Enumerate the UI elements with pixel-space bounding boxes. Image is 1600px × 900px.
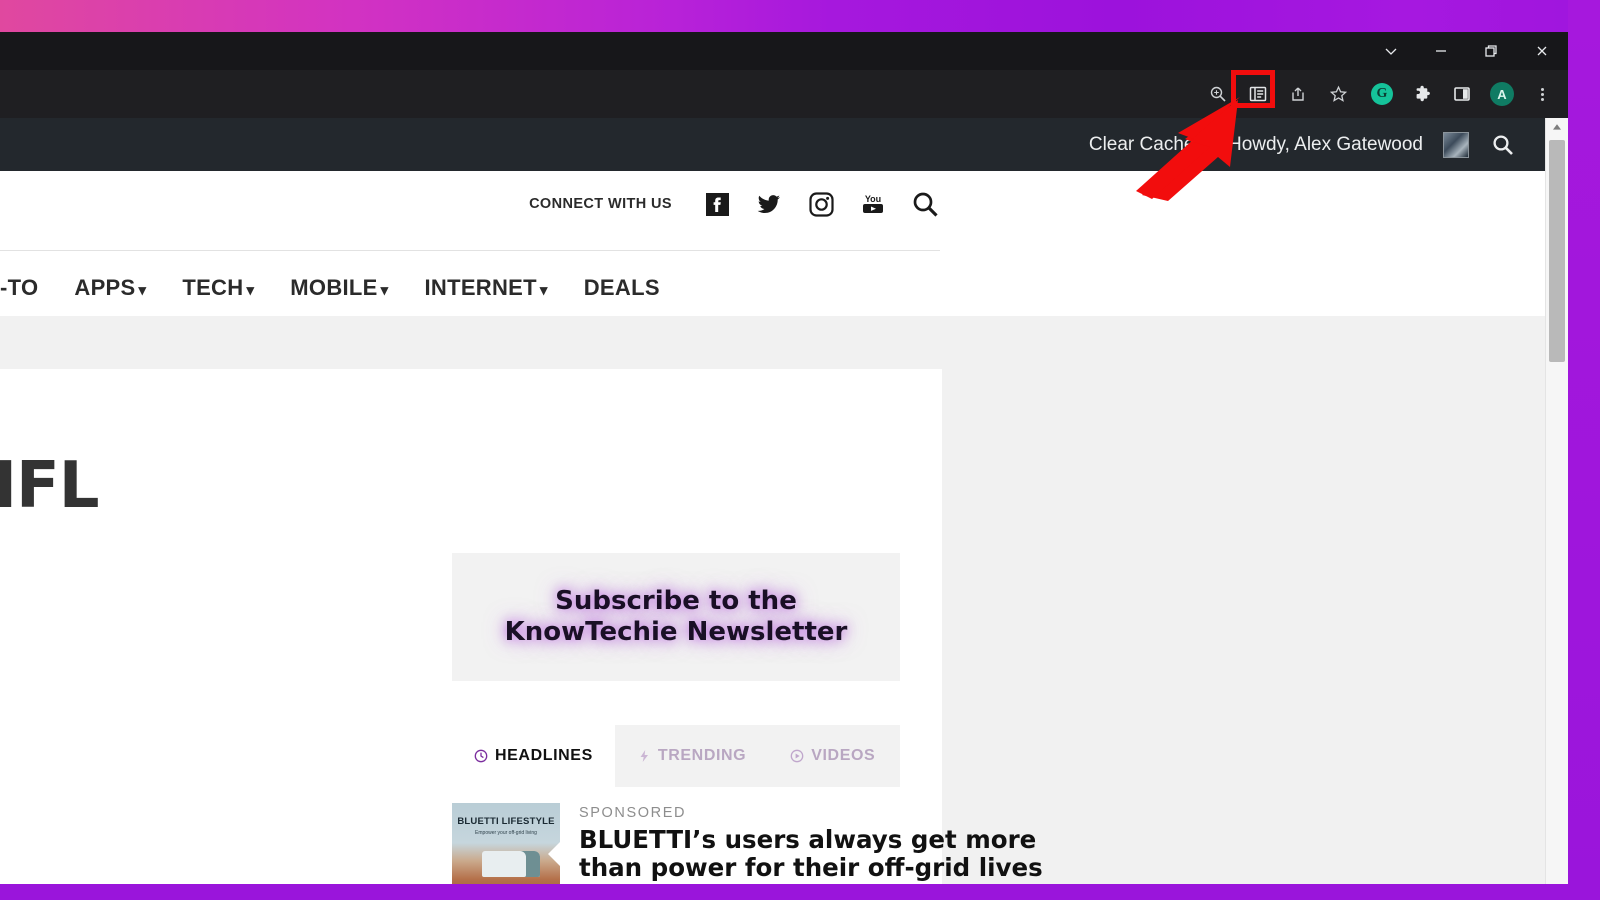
screen: G A Clear Caches Howdy, Alex Gatewood CO… (0, 0, 1600, 900)
facebook-icon[interactable] (702, 189, 732, 219)
site-nav: -TO APPS ▾ TECH ▾ MOBILE ▾ INTERNET ▾ DEALS (0, 263, 678, 313)
extensions-puzzle-icon[interactable] (1405, 77, 1439, 111)
nav-item-how-to[interactable]: -TO (0, 275, 56, 301)
clock-icon (474, 749, 488, 763)
close-icon[interactable] (1516, 32, 1568, 70)
page-title: ome of NFL (0, 449, 100, 523)
header-divider (0, 250, 940, 251)
site-wrapper: CONNECT WITH US You -TO APPS ▾ TECH ▾ MO… (0, 171, 1545, 884)
newsletter-text: Subscribe to the KnowTechie Newsletter (505, 586, 848, 647)
chevron-down-icon: ▾ (380, 282, 389, 299)
nav-item-mobile[interactable]: MOBILE ▾ (272, 275, 406, 301)
tab-label: HEADLINES (495, 747, 593, 764)
profile-avatar-icon[interactable]: A (1485, 77, 1519, 111)
nav-label: TECH (182, 275, 244, 300)
nav-label: INTERNET (424, 275, 537, 300)
article-title[interactable]: BLUETTI’s users always get more than pow… (579, 825, 1043, 883)
nav-label: -TO (0, 275, 39, 300)
youtube-icon[interactable]: You (858, 189, 888, 219)
connect-with-us-row: CONNECT WITH US You (0, 189, 940, 219)
bookmark-star-icon[interactable] (1321, 77, 1355, 111)
nav-item-tech[interactable]: TECH ▾ (164, 275, 272, 301)
article-text: SPONSORED BLUETTI’s users always get mor… (579, 803, 1043, 884)
avatar[interactable] (1443, 131, 1469, 158)
page-scrollbar[interactable] (1545, 118, 1568, 884)
scroll-up-arrow-icon[interactable] (1546, 118, 1568, 136)
nav-item-deals[interactable]: DEALS (566, 275, 678, 301)
browser-titlebar[interactable] (0, 32, 1568, 70)
newsletter-line2: KnowTechie Newsletter (504, 617, 848, 647)
admin-search-icon[interactable] (1469, 133, 1531, 157)
kebab-dots (1540, 87, 1544, 101)
nav-label: MOBILE (290, 275, 378, 300)
list-item[interactable]: BLUETTI LIFESTYLE Empower your off-grid … (452, 803, 1043, 884)
article-title-line2: than power for their off-grid lives (579, 853, 1043, 883)
search-icon[interactable] (910, 189, 940, 219)
thumb-subtitle: Empower your off-grid living (475, 830, 537, 836)
thumb-notch (548, 841, 560, 867)
tab-trending[interactable]: TRENDING (615, 725, 768, 787)
chevron-down-icon: ▾ (246, 282, 255, 299)
tab-label: TRENDING (657, 747, 747, 764)
nav-item-internet[interactable]: INTERNET ▾ (406, 275, 565, 301)
chevron-down-icon: ▾ (539, 282, 548, 299)
nav-label: APPS (74, 275, 136, 300)
tab-headlines[interactable]: HEADLINES (452, 725, 615, 787)
content-tabs: HEADLINES TRENDING VIDEOS (452, 725, 900, 787)
annotation-arrow (1136, 97, 1240, 201)
connect-label: CONNECT WITH US (529, 196, 672, 212)
instagram-icon[interactable] (806, 189, 836, 219)
grammarly-icon[interactable]: G (1365, 77, 1399, 111)
nav-label: DEALS (583, 275, 660, 300)
desktop-background-top (0, 0, 1600, 32)
browser-toolbar: G A (0, 70, 1568, 118)
minimize-icon[interactable] (1416, 32, 1466, 70)
article-column: ome of NFL Subscribe to the KnowTechie N… (0, 369, 1043, 884)
window-controls (1366, 32, 1568, 70)
chevron-down-icon[interactable] (1366, 32, 1416, 70)
nav-item-apps[interactable]: APPS ▾ (56, 275, 164, 301)
scrollbar-thumb[interactable] (1549, 140, 1565, 362)
browser-window: G A Clear Caches Howdy, Alex Gatewood CO… (0, 32, 1568, 884)
play-circle-icon (790, 749, 804, 763)
desktop-background-right (1568, 0, 1600, 900)
grammarly-letter: G (1371, 83, 1393, 105)
page-viewport: Clear Caches Howdy, Alex Gatewood CONNEC… (0, 118, 1568, 884)
desktop-background-bottom (0, 884, 1600, 900)
chevron-down-icon: ▾ (138, 282, 147, 299)
restore-icon[interactable] (1466, 32, 1516, 70)
side-panel-icon[interactable] (1445, 77, 1479, 111)
lightning-icon (637, 749, 651, 763)
tab-label: VIDEOS (811, 747, 876, 764)
article-title-line1: BLUETTI’s users always get more (579, 825, 1037, 854)
thumb-title: BLUETTI LIFESTYLE (457, 816, 555, 827)
rv-shape (482, 851, 540, 877)
site-header: CONNECT WITH US You -TO APPS ▾ TECH ▾ MO… (0, 171, 1545, 316)
newsletter-promo[interactable]: Subscribe to the KnowTechie Newsletter (452, 553, 900, 681)
profile-initial: A (1490, 82, 1514, 106)
chrome-menu-icon[interactable] (1525, 77, 1559, 111)
annotation-highlight-box (1231, 70, 1275, 108)
tab-videos[interactable]: VIDEOS (768, 725, 897, 787)
newsletter-line1: Subscribe to the (555, 586, 797, 617)
wp-admin-bar: Clear Caches Howdy, Alex Gatewood (0, 118, 1545, 171)
twitter-icon[interactable] (754, 189, 784, 219)
svg-text:You: You (865, 194, 881, 204)
status-badge: SPONSORED (579, 805, 687, 821)
article-thumbnail[interactable]: BLUETTI LIFESTYLE Empower your off-grid … (452, 803, 560, 884)
